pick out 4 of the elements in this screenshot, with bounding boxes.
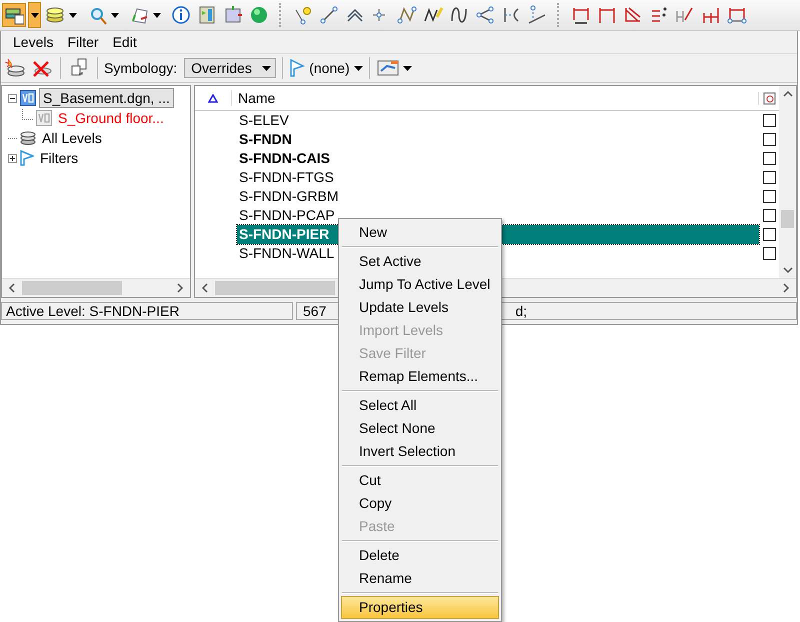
symbology-label: Symbology: bbox=[104, 60, 178, 76]
status-text: Active Level: S-FNDN-PIER bbox=[1, 302, 293, 320]
status-text: d; bbox=[515, 303, 528, 319]
status-text: 567 bbox=[303, 303, 326, 319]
